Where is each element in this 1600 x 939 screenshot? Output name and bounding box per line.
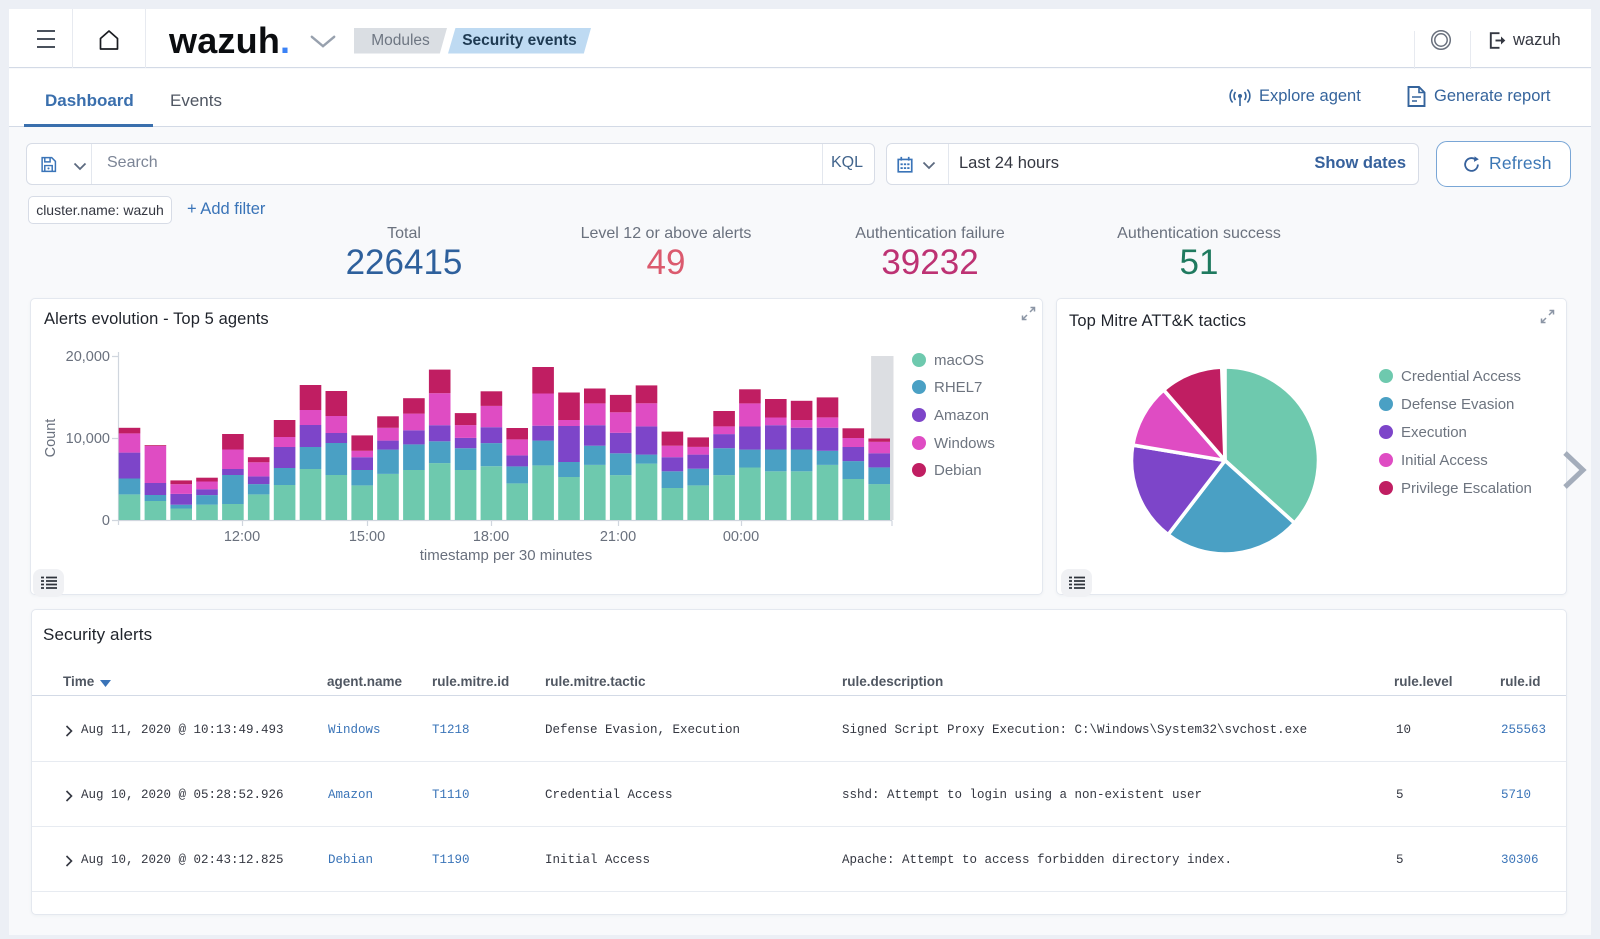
svg-text:18:00: 18:00 xyxy=(473,529,509,545)
svg-text:0: 0 xyxy=(102,513,110,529)
svg-text:20,000: 20,000 xyxy=(66,349,110,365)
svg-text:12:00: 12:00 xyxy=(224,529,260,545)
svg-text:21:00: 21:00 xyxy=(600,529,636,545)
svg-text:timestamp per 30 minutes: timestamp per 30 minutes xyxy=(420,547,593,564)
svg-text:Count: Count xyxy=(43,419,59,458)
svg-text:15:00: 15:00 xyxy=(349,529,385,545)
svg-text:10,000: 10,000 xyxy=(66,431,110,447)
svg-text:00:00: 00:00 xyxy=(723,529,759,545)
